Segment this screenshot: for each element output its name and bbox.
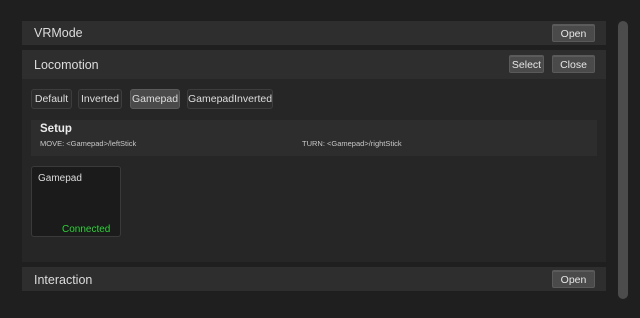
interaction-open-button[interactable]: Open [552, 270, 595, 288]
scrollbar-thumb[interactable] [618, 21, 628, 299]
vrmode-title: VRMode [34, 26, 83, 40]
setup-title: Setup [40, 123, 72, 135]
setup-move-binding: MOVE: <Gamepad>/leftStick [40, 139, 137, 148]
interaction-title: Interaction [34, 273, 93, 287]
locomotion-select-button[interactable]: Select [509, 55, 544, 73]
mode-gamepad-inverted-button[interactable]: GamepadInverted [187, 89, 273, 109]
setup-section: Setup MOVE: <Gamepad>/leftStick TURN: <G… [31, 120, 597, 156]
vrmode-open-button[interactable]: Open [552, 24, 595, 42]
device-status: Connected [62, 224, 111, 235]
locomotion-title: Locomotion [34, 58, 99, 72]
mode-default-button[interactable]: Default [31, 89, 72, 109]
mode-gamepad-button[interactable]: Gamepad [130, 89, 180, 109]
locomotion-panel-content: Default Inverted Gamepad GamepadInverted… [22, 79, 606, 262]
setup-turn-binding: TURN: <Gamepad>/rightStick [302, 139, 402, 148]
interaction-panel-header: Interaction Open [22, 267, 606, 291]
locomotion-close-button[interactable]: Close [552, 55, 595, 73]
mode-inverted-button[interactable]: Inverted [78, 89, 122, 109]
vrmode-panel-header: VRMode Open [22, 21, 606, 45]
gamepad-device-card: Gamepad Connected [31, 166, 121, 237]
locomotion-panel-header: Locomotion Select Close [22, 50, 606, 79]
device-name: Gamepad [38, 173, 82, 184]
